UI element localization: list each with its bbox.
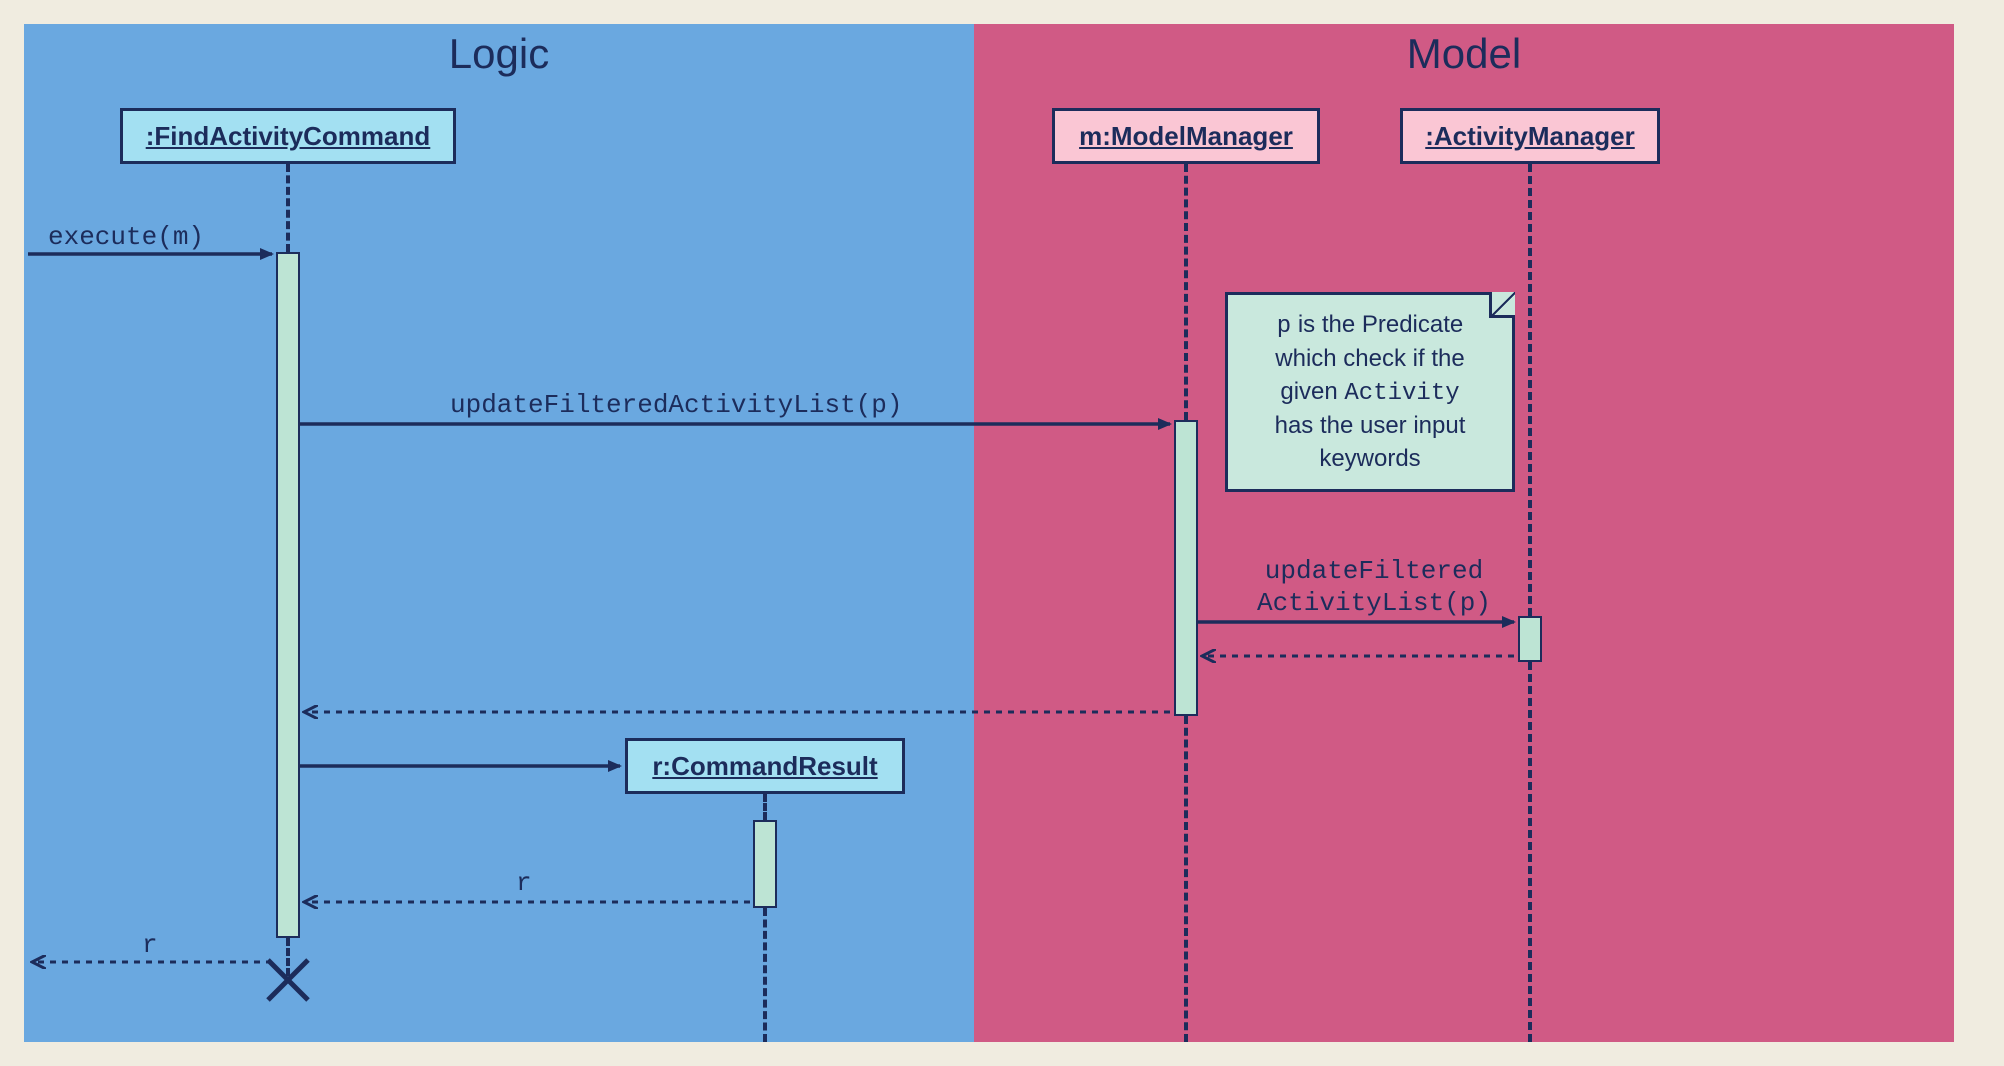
lifeline-stem: [286, 164, 290, 252]
lifeline-model-manager: m:ModelManager: [1052, 108, 1320, 164]
region-logic: Logic: [24, 24, 974, 1042]
lifeline-stem: [763, 908, 767, 1042]
activation-activity-manager: [1518, 616, 1542, 662]
activation-command-result: [753, 820, 777, 908]
region-model-title: Model: [974, 30, 1954, 78]
lifeline-find-activity-command: :FindActivityCommand: [120, 108, 456, 164]
lifeline-stem: [1184, 164, 1188, 420]
lifeline-command-result: r:CommandResult: [625, 738, 905, 794]
msg-update-filtered-line1: updateFiltered: [1224, 556, 1524, 586]
msg-return-r2: r: [142, 930, 158, 960]
lifeline-stem: [1528, 164, 1532, 616]
region-model: Model: [974, 24, 1954, 1042]
sequence-diagram: Logic Model :FindActivityCommand r:Comma…: [0, 0, 2004, 1066]
lifeline-stem: [1528, 662, 1532, 1042]
region-logic-title: Logic: [24, 30, 974, 78]
destroy-icon: [264, 956, 312, 1004]
lifeline-stem: [1184, 716, 1188, 1042]
lifeline-stem: [763, 794, 767, 820]
lifeline-activity-manager: :ActivityManager: [1400, 108, 1660, 164]
note-predicate: p is the Predicate which check if the gi…: [1225, 292, 1515, 492]
activation-find-activity-command: [276, 252, 300, 938]
msg-update-filtered-activity-list: updateFilteredActivityList(p): [450, 390, 902, 420]
msg-update-filtered-line2: ActivityList(p): [1224, 588, 1524, 618]
msg-return-r: r: [516, 868, 532, 898]
msg-execute: execute(m): [48, 222, 204, 252]
activation-model-manager: [1174, 420, 1198, 716]
note-text: p is the Predicate which check if the gi…: [1246, 309, 1494, 475]
note-fold-icon: [1489, 292, 1515, 318]
